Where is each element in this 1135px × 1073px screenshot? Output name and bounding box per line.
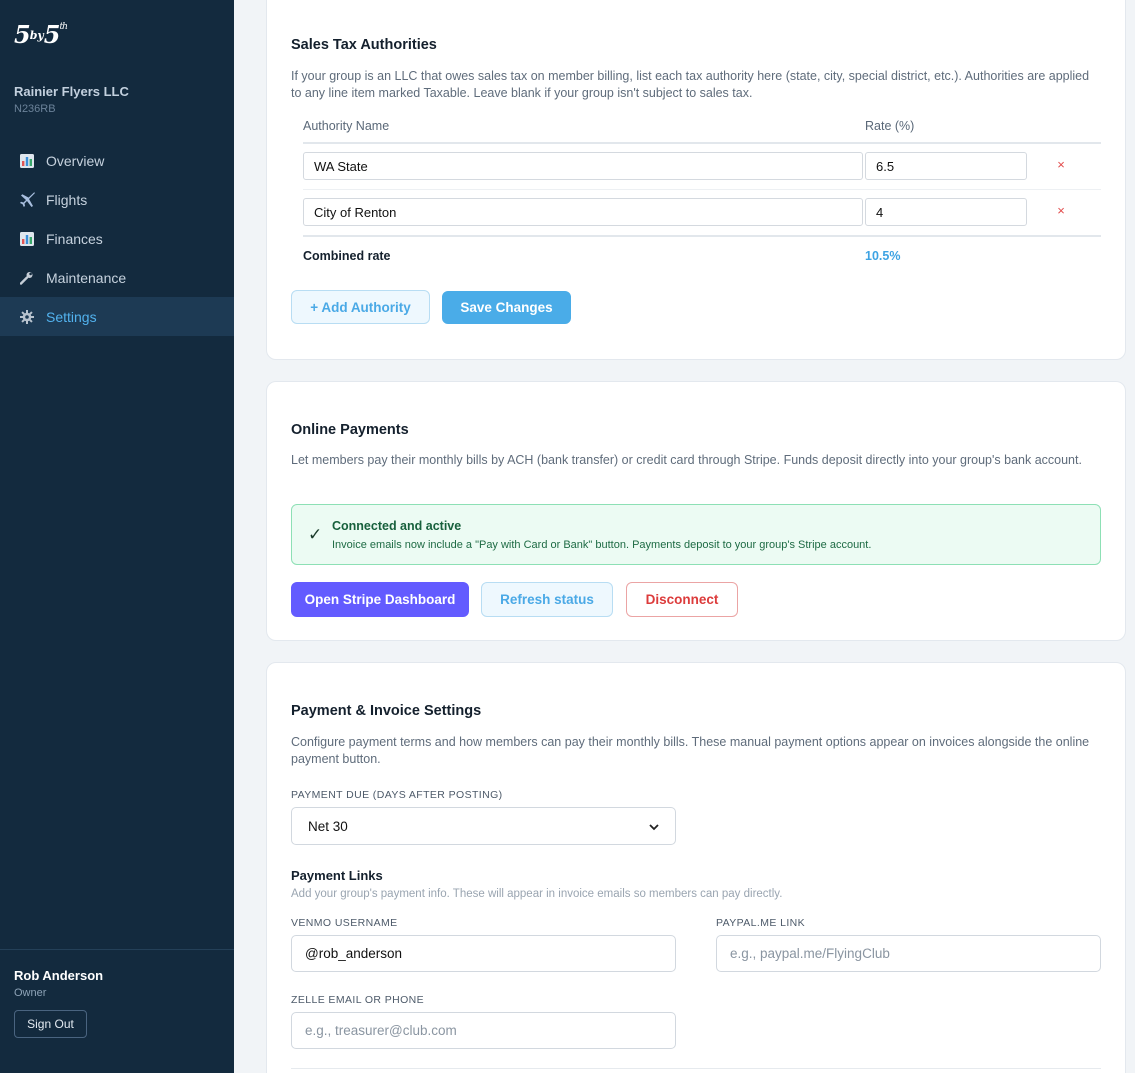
invoice-settings-description: Configure payment terms and how members … xyxy=(291,735,1090,766)
org-tail-number: N236RB xyxy=(14,103,56,115)
zelle-contact-input[interactable] xyxy=(291,1012,676,1049)
rate-header: Rate (%) xyxy=(865,119,915,133)
sidebar-item-label: Finances xyxy=(46,230,103,247)
sales-tax-card: Sales Tax Authorities If your group is a… xyxy=(266,0,1126,360)
sidebar-item-overview[interactable]: Overview xyxy=(0,141,234,180)
stripe-status-banner: ✓ Connected and active Invoice emails no… xyxy=(291,504,1101,565)
online-payments-description: Let members pay their monthly bills by A… xyxy=(291,453,1082,467)
payment-due-value: Net 30 xyxy=(308,818,348,834)
airplane-icon xyxy=(20,191,46,208)
zelle-label: Zelle Email or Phone xyxy=(291,994,425,1006)
sidebar-item-maintenance[interactable]: Maintenance xyxy=(0,258,234,297)
row-divider xyxy=(303,189,1101,190)
user-role: Owner xyxy=(14,987,47,999)
wrench-icon xyxy=(20,271,46,285)
sales-tax-title: Sales Tax Authorities xyxy=(291,37,437,53)
authority-name-header: Authority Name xyxy=(303,119,390,133)
sign-out-button[interactable]: Sign Out xyxy=(14,1010,87,1038)
user-name: Rob Anderson xyxy=(14,968,104,983)
sidebar-item-label: Settings xyxy=(46,308,97,325)
sidebar-item-settings[interactable]: Settings xyxy=(0,297,234,336)
authority-name-input[interactable] xyxy=(303,152,863,180)
bar-chart-icon xyxy=(20,231,46,246)
venmo-label: Venmo Username xyxy=(291,917,398,929)
online-payments-card: Online Payments Let members pay their mo… xyxy=(266,381,1126,641)
payment-due-select[interactable]: Net 30 xyxy=(291,807,676,845)
sidebar-item-label: Overview xyxy=(46,152,105,169)
save-changes-button[interactable]: Save Changes xyxy=(442,291,571,324)
sidebar: 5by5th Rainier Flyers LLC N236RB Overvie… xyxy=(0,0,234,1073)
sidebar-nav: Overview Flights Finances Maintenance Se… xyxy=(0,141,234,336)
authority-rate-input[interactable] xyxy=(865,198,1027,226)
paypal-link-input[interactable] xyxy=(716,935,1101,972)
open-stripe-dashboard-button[interactable]: Open Stripe Dashboard xyxy=(291,582,469,617)
authority-rate-input[interactable] xyxy=(865,152,1027,180)
sidebar-item-finances[interactable]: Finances xyxy=(0,219,234,258)
bar-chart-icon xyxy=(20,153,46,168)
payment-links-description: Add your group's payment info. These wil… xyxy=(291,888,783,900)
sales-tax-description: If your group is an LLC that owes sales … xyxy=(291,69,1090,100)
add-authority-button[interactable]: + Add Authority xyxy=(291,290,430,324)
invoice-settings-card: Payment & Invoice Settings Configure pay… xyxy=(266,662,1126,1073)
authority-name-input[interactable] xyxy=(303,198,863,226)
sidebar-divider xyxy=(0,949,234,950)
status-title: Connected and active xyxy=(332,519,462,533)
online-payments-title: Online Payments xyxy=(291,422,409,438)
sidebar-item-flights[interactable]: Flights xyxy=(0,180,234,219)
gear-icon xyxy=(20,309,46,324)
app-logo[interactable]: 5by5th xyxy=(14,20,68,49)
payment-due-label: Payment Due (Days After Posting) xyxy=(291,789,503,801)
sidebar-item-label: Maintenance xyxy=(46,269,127,286)
venmo-username-input[interactable] xyxy=(291,935,676,972)
remove-authority-button[interactable]: × xyxy=(1054,157,1068,172)
refresh-status-button[interactable]: Refresh status xyxy=(481,582,613,617)
org-name: Rainier Flyers LLC xyxy=(14,84,129,99)
section-divider xyxy=(291,1068,1101,1069)
remove-authority-button[interactable]: × xyxy=(1054,203,1068,218)
table-header-divider xyxy=(303,142,1101,144)
check-icon: ✓ xyxy=(308,525,323,544)
sidebar-item-label: Flights xyxy=(46,191,88,208)
invoice-settings-title: Payment & Invoice Settings xyxy=(291,703,482,719)
total-divider xyxy=(303,235,1101,237)
disconnect-button[interactable]: Disconnect xyxy=(626,582,738,617)
payment-links-title: Payment Links xyxy=(291,868,383,883)
chevron-down-icon xyxy=(649,819,659,834)
status-text: Invoice emails now include a "Pay with C… xyxy=(332,539,872,551)
combined-rate-label: Combined rate xyxy=(303,249,391,263)
paypal-label: PayPal.me Link xyxy=(716,917,806,929)
combined-rate-value: 10.5% xyxy=(865,249,901,263)
